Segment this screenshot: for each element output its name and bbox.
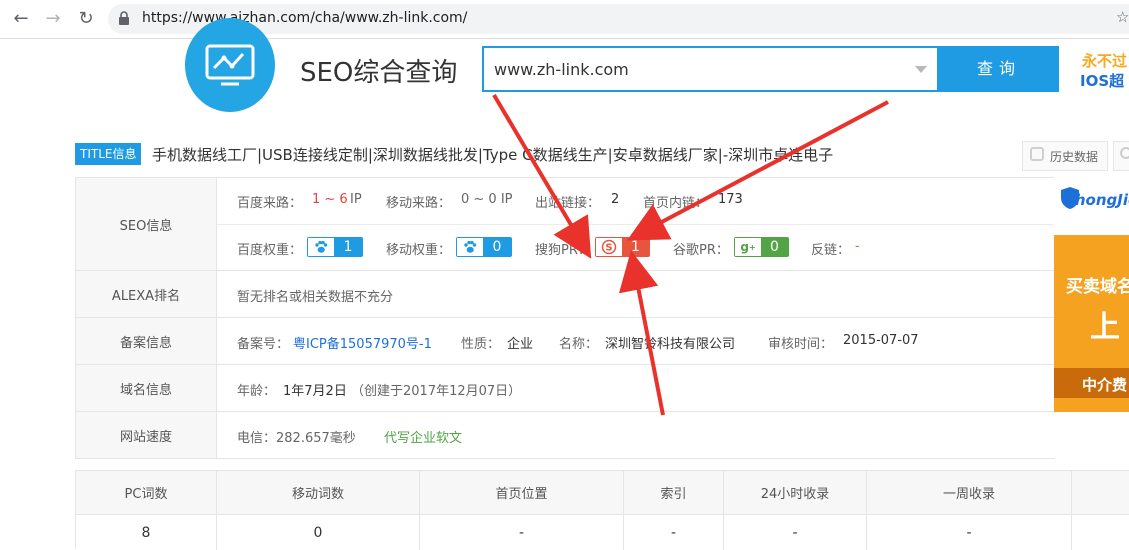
mobile-source-label: 移动来路： bbox=[386, 196, 452, 211]
search-icon bbox=[1120, 147, 1129, 159]
table-column: PC词数 8 bbox=[76, 471, 217, 550]
page-title: SEO综合查询 bbox=[300, 58, 458, 88]
table-column: 一周收录 - bbox=[867, 471, 1072, 550]
keyword-stats-table: PC词数 8 移动词数 0 首页位置 - 索引 - 24小时收录 - 一周收录 … bbox=[75, 470, 1129, 550]
top-ad-text-1: 永不过 bbox=[1082, 52, 1128, 70]
telecom-speed: 电信：282.657毫秒 bbox=[237, 431, 356, 446]
table-cell bbox=[1072, 515, 1129, 550]
domain-created: （创建于2017年12月07日） bbox=[351, 384, 522, 399]
history-icon bbox=[1030, 147, 1044, 161]
home-internal-value[interactable]: 173 bbox=[718, 192, 743, 207]
baidu-weight-badge[interactable]: 1 bbox=[307, 237, 363, 257]
title-info-badge: TITLE信息 bbox=[75, 143, 142, 165]
lock-icon bbox=[119, 11, 129, 25]
company-name-label: 名称： bbox=[559, 337, 599, 352]
table-header: 24小时收录 bbox=[724, 471, 866, 515]
table-cell: - bbox=[518, 524, 525, 541]
bookmark-star-icon[interactable]: ☆ bbox=[1116, 8, 1129, 26]
seo-info-head: SEO信息 bbox=[76, 178, 217, 270]
baidu-source-unit: IP bbox=[350, 192, 362, 207]
table-column: 索引 - bbox=[624, 471, 724, 550]
chevron-down-icon[interactable] bbox=[915, 66, 927, 73]
table-header: 索引 bbox=[624, 471, 723, 515]
audit-time-label: 审核时间： bbox=[768, 337, 834, 352]
seo-info-row: SEO信息 百度来路： 1 ~ 6 IP 移动来路： 0 ~ 0 IP 出站链接… bbox=[75, 177, 1055, 271]
domain-row: 域名信息 年龄： 1年7月2日 （创建于2017年12月07日） bbox=[75, 365, 1055, 412]
history-data-label[interactable]: 历史数据 bbox=[1050, 148, 1098, 165]
speed-head: 网站速度 bbox=[76, 412, 217, 458]
mobile-weight-value: 0 bbox=[483, 238, 511, 256]
nature-value: 企业 bbox=[507, 337, 534, 352]
table-header: 一周收录 bbox=[867, 471, 1071, 515]
sogou-icon: S bbox=[596, 238, 622, 256]
svg-text:S: S bbox=[605, 243, 612, 254]
right-ad-text-3: 中介费 bbox=[1082, 376, 1128, 394]
table-column: 移动词数 0 bbox=[217, 471, 420, 550]
backlinks-value[interactable]: - bbox=[855, 239, 860, 254]
page-title-text: 手机数据线工厂|USB连接线定制|深圳数据线批发|Type C数据线生产|安卓数… bbox=[152, 146, 834, 164]
beian-head: 备案信息 bbox=[76, 318, 217, 364]
baidu-weight-value: 1 bbox=[334, 238, 362, 256]
back-arrow-icon[interactable]: ← bbox=[10, 8, 32, 30]
forward-arrow-icon[interactable]: → bbox=[42, 8, 64, 30]
table-cell: - bbox=[792, 524, 798, 541]
domain-age-label: 年龄： bbox=[237, 384, 277, 399]
domain-age-value: 1年7月2日 bbox=[283, 384, 347, 399]
top-ad-text-2: IOS超 bbox=[1080, 72, 1125, 90]
table-cell: - bbox=[966, 524, 972, 541]
baidu-weight-label: 百度权重： bbox=[237, 243, 303, 258]
paw-icon bbox=[308, 238, 334, 256]
alexa-text: 暂无排名或相关数据不充分 bbox=[237, 290, 394, 305]
speed-row: 网站速度 电信：282.657毫秒 代写企业软文 bbox=[75, 412, 1055, 459]
google-plus-icon: g + bbox=[735, 238, 761, 256]
reload-icon[interactable]: ↻ bbox=[75, 8, 97, 30]
beian-row: 备案信息 备案号： 粤ICP备15057970号-1 性质： 企业 名称： 深圳… bbox=[75, 318, 1055, 365]
mobile-weight-label: 移动权重： bbox=[386, 243, 452, 258]
table-cell: - bbox=[670, 524, 677, 541]
table-header: 移动词数 bbox=[217, 471, 419, 515]
table-column bbox=[1072, 471, 1129, 550]
right-ad-text-1: 买卖域名 bbox=[1066, 277, 1129, 297]
search-input[interactable] bbox=[494, 60, 904, 79]
outlinks-value[interactable]: 2 bbox=[611, 192, 619, 207]
domain-head: 域名信息 bbox=[76, 365, 217, 411]
site-logo[interactable] bbox=[185, 18, 275, 112]
alexa-head: ALEXA排名 bbox=[76, 271, 217, 317]
beian-number-label: 备案号： bbox=[237, 337, 290, 352]
baidu-source-value[interactable]: 1 ~ 6 bbox=[312, 192, 348, 207]
baidu-source-label: 百度来路： bbox=[237, 196, 303, 211]
beian-number-link[interactable]: 粤ICP备15057970号-1 bbox=[293, 333, 432, 352]
right-ad-logo: ZhongJie bbox=[1064, 191, 1129, 209]
mobile-weight-badge[interactable]: 0 bbox=[456, 237, 512, 257]
google-pr-value: 0 bbox=[761, 238, 788, 256]
audit-time-value: 2015-07-07 bbox=[843, 333, 919, 348]
table-header bbox=[1072, 471, 1129, 515]
alexa-row: ALEXA排名 暂无排名或相关数据不充分 bbox=[75, 271, 1055, 318]
softarticle-link[interactable]: 代写企业软文 bbox=[384, 427, 462, 446]
table-column: 24小时收录 - bbox=[724, 471, 867, 550]
table-header: 首页位置 bbox=[420, 471, 623, 515]
paw-icon bbox=[457, 238, 483, 256]
right-ad-text-2: 上 bbox=[1090, 310, 1120, 345]
google-pr-label: 谷歌PR： bbox=[673, 243, 729, 258]
sogou-pr-value: 1 bbox=[622, 238, 649, 256]
home-internal-label: 首页内链： bbox=[643, 196, 709, 211]
mobile-source-value: 0 ~ 0 IP bbox=[461, 192, 513, 207]
table-cell[interactable]: 8 bbox=[76, 515, 216, 550]
table-cell[interactable]: 0 bbox=[217, 515, 419, 550]
table-column: 首页位置 - bbox=[420, 471, 624, 550]
nature-label: 性质： bbox=[461, 337, 501, 352]
company-name-value: 深圳智铃科技有限公司 bbox=[605, 337, 736, 352]
backlinks-label: 反链： bbox=[811, 243, 851, 258]
google-pr-badge[interactable]: g + 0 bbox=[734, 237, 789, 257]
outlinks-label: 出站链接： bbox=[535, 196, 601, 211]
divider bbox=[217, 224, 1055, 225]
search-button[interactable]: 查询 bbox=[939, 46, 1059, 92]
sogou-pr-badge[interactable]: S 1 bbox=[595, 237, 650, 257]
sogou-pr-label: 搜狗PR： bbox=[535, 243, 591, 258]
table-header: PC词数 bbox=[76, 471, 216, 515]
monitor-chart-icon bbox=[205, 44, 255, 86]
